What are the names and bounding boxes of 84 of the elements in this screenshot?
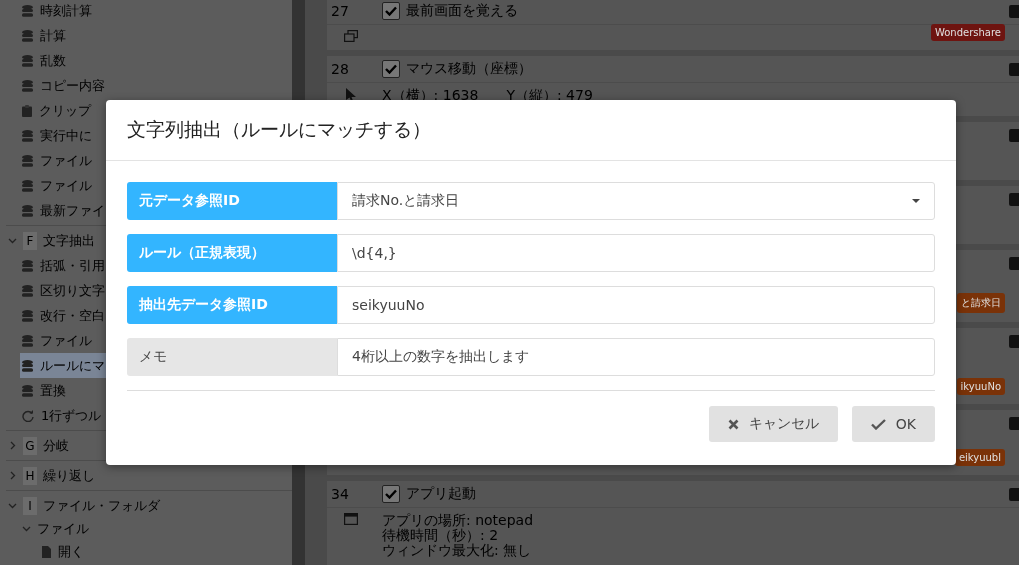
- sidebar-item[interactable]: ルールにマ: [20, 353, 107, 378]
- database-icon: [22, 334, 33, 347]
- step-checkbox[interactable]: [382, 2, 400, 20]
- sidebar-item[interactable]: 括弧・引用: [20, 253, 107, 278]
- step-detail: 待機時間（秒）: 2: [382, 528, 499, 543]
- sidebar-item[interactable]: 実行中に: [20, 123, 94, 148]
- sidebar-item[interactable]: 最新ファイ: [20, 198, 107, 223]
- file-icon: [42, 545, 51, 558]
- sidebar-item[interactable]: ファイル: [20, 148, 94, 173]
- step-title: アプリ起動: [406, 485, 476, 503]
- category-letter: H: [23, 466, 37, 485]
- sidebar-item[interactable]: ファイル: [20, 328, 94, 353]
- database-icon: [22, 284, 33, 297]
- database-icon: [22, 259, 33, 272]
- field-label: 抽出先データ参照ID: [127, 286, 337, 324]
- chevron-right-icon[interactable]: [8, 441, 17, 450]
- category-header[interactable]: G 分岐: [0, 433, 73, 458]
- category-label: 分岐: [43, 436, 69, 455]
- chevron-down-icon[interactable]: [8, 236, 17, 245]
- sidebar-item[interactable]: 計算: [20, 23, 68, 48]
- input-field[interactable]: 4桁以上の数字を抽出します: [337, 338, 935, 376]
- check-icon: [870, 418, 886, 430]
- sidebar-item[interactable]: クリップ: [20, 98, 93, 123]
- sidebar-item[interactable]: 時刻計算: [20, 0, 94, 23]
- field-label: メモ: [127, 338, 337, 376]
- sidebar-item[interactable]: コピー内容: [20, 73, 107, 98]
- cursor-icon: [345, 88, 356, 102]
- sidebar-item[interactable]: 改行・空白: [20, 303, 107, 328]
- step-detail: ウィンドウ最大化: 無し: [382, 543, 533, 558]
- sidebar-item[interactable]: 区切り文字: [20, 278, 107, 303]
- sidebar-item[interactable]: 乱数: [20, 48, 68, 73]
- category-header[interactable]: F 文字抽出: [0, 228, 99, 253]
- tag: ikyuuNo: [956, 378, 1005, 395]
- field-label: 元データ参照ID: [127, 182, 337, 220]
- chevron-down-icon[interactable]: [22, 524, 31, 533]
- chevron-right-icon[interactable]: [8, 471, 17, 480]
- caret-icon: [912, 199, 920, 203]
- database-icon: [22, 79, 33, 92]
- subcategory-header[interactable]: ファイル: [0, 518, 89, 539]
- category-header[interactable]: I ファイル・フォルダ: [0, 493, 164, 518]
- step-title: マウス移動（座標）: [406, 60, 532, 78]
- database-icon: [22, 154, 33, 167]
- database-icon: [22, 129, 33, 142]
- database-icon: [22, 29, 33, 42]
- category-label: 文字抽出: [43, 231, 95, 250]
- category-letter: F: [23, 231, 37, 250]
- step-number: 27: [330, 3, 350, 19]
- database-icon: [22, 54, 33, 67]
- dialog-title: 文字列抽出（ルールにマッチする）: [127, 117, 431, 142]
- sidebar-item[interactable]: 1行ずつル: [20, 403, 104, 428]
- clipboard-icon: [22, 104, 32, 117]
- category-label: ファイル・フォルダ: [43, 496, 160, 515]
- sidebar-item[interactable]: 置換: [20, 378, 68, 403]
- input-field[interactable]: \d{4,}: [337, 234, 935, 272]
- category-header[interactable]: H 繰り返し: [0, 463, 99, 488]
- tag: eikyuubl: [954, 449, 1005, 466]
- chevron-down-icon[interactable]: [8, 501, 17, 510]
- step-checkbox[interactable]: [382, 60, 400, 78]
- sidebar-item[interactable]: ファイル: [20, 173, 94, 198]
- refresh-icon: [22, 409, 34, 422]
- tag: Wondershare: [930, 24, 1005, 41]
- database-icon: [22, 359, 33, 372]
- database-icon: [22, 179, 33, 192]
- tag: と請求日: [957, 293, 1005, 313]
- category-letter: I: [23, 496, 37, 515]
- database-icon: [22, 309, 33, 322]
- windows-icon: [343, 30, 358, 42]
- field-label: ルール（正規表現）: [127, 234, 337, 272]
- database-icon: [22, 204, 33, 217]
- cancel-button[interactable]: キャンセル: [708, 406, 838, 442]
- ok-button[interactable]: OK: [851, 406, 935, 442]
- select-field[interactable]: 請求No.と請求日: [337, 182, 935, 220]
- database-icon: [22, 4, 33, 17]
- category-label: 繰り返し: [43, 466, 95, 485]
- input-field[interactable]: seikyuuNo: [337, 286, 935, 324]
- step-number: 34: [330, 486, 350, 502]
- step-title: 最前画面を覚える: [406, 2, 518, 20]
- step-checkbox[interactable]: [382, 485, 400, 503]
- database-icon: [22, 384, 33, 397]
- sidebar-item[interactable]: 開く: [20, 539, 86, 564]
- category-letter: G: [23, 436, 37, 455]
- window-icon: [343, 513, 358, 525]
- step-detail: アプリの場所: notepad: [382, 513, 534, 528]
- step-number: 28: [330, 61, 350, 77]
